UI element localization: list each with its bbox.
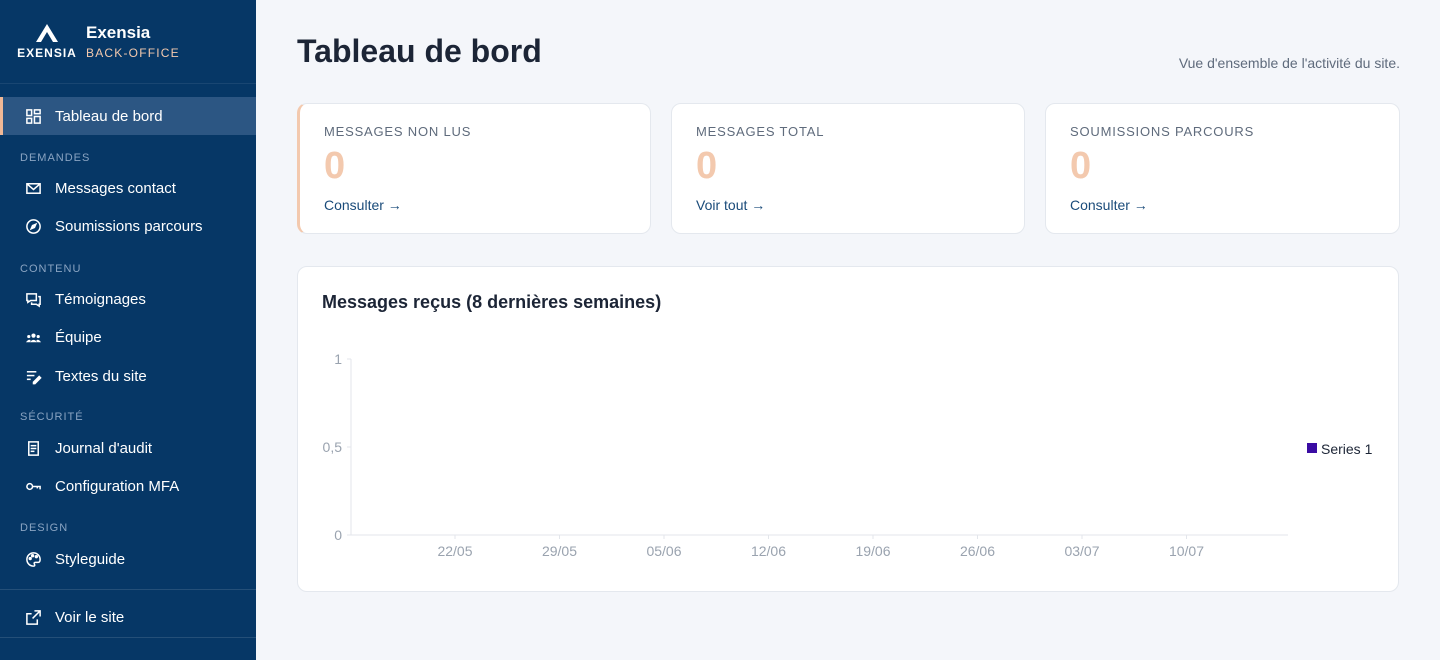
sidebar-item-label: Journal d'audit xyxy=(55,439,153,457)
exensia-logo-icon xyxy=(36,24,58,42)
legend-swatch xyxy=(1307,443,1317,453)
sidebar-item-voir-site[interactable]: Voir le site xyxy=(0,598,256,636)
y-tick-label: 0 xyxy=(334,527,342,543)
brand-subtitle: BACK-OFFICE xyxy=(86,45,180,60)
sidebar-item-temoignages[interactable]: Témoignages xyxy=(0,280,256,318)
sidebar-item-styleguide[interactable]: Styleguide xyxy=(0,540,256,578)
stat-card-submissions: SOUMISSIONS PARCOURS 0 Consulter → xyxy=(1045,103,1400,234)
sidebar-item-equipe[interactable]: Équipe xyxy=(0,318,256,356)
view-all-messages-link[interactable]: Voir tout → xyxy=(696,197,765,213)
edit-text-icon xyxy=(24,367,42,385)
sidebar-item-label: Configuration MFA xyxy=(55,477,180,495)
sidebar-item-label: Voir le site xyxy=(55,608,125,626)
brand-logo: EXENSIA xyxy=(17,23,77,60)
stat-card-unread: MESSAGES NON LUS 0 Consulter → xyxy=(297,103,651,234)
stat-card-total: MESSAGES TOTAL 0 Voir tout → xyxy=(671,103,1025,234)
key-icon xyxy=(24,477,42,495)
brand-name: Exensia xyxy=(86,22,151,42)
brand[interactable]: EXENSIA Exensia BACK-OFFICE xyxy=(0,0,256,84)
messages-chart: 0 0,5 1 22/05 29/05 05/06 12/06 19/06 26/06 03/07… xyxy=(323,351,1373,559)
chat-bubbles-icon xyxy=(24,290,42,308)
mail-icon xyxy=(24,179,42,197)
sidebar-item-label: Témoignages xyxy=(55,290,146,308)
x-tick-label: 10/07 xyxy=(1169,543,1204,559)
sidebar-item-label: Messages contact xyxy=(55,179,176,197)
legend-label: Series 1 xyxy=(1321,441,1373,457)
y-tick-label: 1 xyxy=(334,351,342,367)
stat-label: SOUMISSIONS PARCOURS xyxy=(1070,124,1255,139)
receipt-icon xyxy=(24,439,42,457)
brand-logo-text: EXENSIA xyxy=(17,46,77,60)
x-tick-label: 12/06 xyxy=(751,543,786,559)
page-title: Tableau de bord xyxy=(297,33,542,69)
page-subtitle: Vue d'ensemble de l'activité du site. xyxy=(1178,55,1400,71)
x-tick-label: 26/06 xyxy=(960,543,995,559)
stat-value: 0 xyxy=(324,145,346,187)
sidebar-item-mfa[interactable]: Configuration MFA xyxy=(0,467,256,505)
sidebar-item-label: Textes du site xyxy=(55,367,147,385)
section-demandes: DEMANDES xyxy=(20,152,91,164)
messages-chart-card: Messages reçus (8 dernières semaines) 00… xyxy=(297,266,1399,592)
sidebar: EXENSIA Exensia BACK-OFFICE Tableau de b… xyxy=(0,0,256,660)
dashboard-icon xyxy=(24,107,42,125)
consult-submissions-link[interactable]: Consulter → xyxy=(1070,197,1148,213)
x-tick-label: 22/05 xyxy=(437,543,472,559)
compass-icon xyxy=(24,217,42,235)
palette-icon xyxy=(24,550,42,568)
consult-unread-link[interactable]: Consulter → xyxy=(324,197,402,213)
sidebar-item-label: Soumissions parcours xyxy=(55,217,203,235)
sidebar-item-journal-audit[interactable]: Journal d'audit xyxy=(0,429,256,467)
section-contenu: CONTENU xyxy=(20,263,82,275)
y-tick-label: 0,5 xyxy=(323,439,343,455)
sidebar-item-textes[interactable]: Textes du site xyxy=(0,357,256,395)
sidebar-item-label: Styleguide xyxy=(55,550,126,568)
sidebar-divider xyxy=(0,589,256,590)
stat-label: MESSAGES TOTAL xyxy=(696,124,825,139)
section-design: DESIGN xyxy=(20,522,69,534)
x-tick-label: 19/06 xyxy=(855,543,890,559)
x-tick-label: 29/05 xyxy=(542,543,577,559)
external-link-icon xyxy=(24,608,42,626)
sidebar-item-label: Équipe xyxy=(55,328,102,346)
section-securite: SÉCURITÉ xyxy=(20,411,84,423)
stat-value: 0 xyxy=(1070,145,1092,187)
sidebar-item-label: Tableau de bord xyxy=(55,107,163,125)
sidebar-item-soumissions[interactable]: Soumissions parcours xyxy=(0,207,256,245)
x-tick-label: 05/06 xyxy=(646,543,681,559)
stat-label: MESSAGES NON LUS xyxy=(324,124,472,139)
sidebar-item-dashboard[interactable]: Tableau de bord xyxy=(0,97,256,135)
sidebar-item-messages-contact[interactable]: Messages contact xyxy=(0,169,256,207)
stat-value: 0 xyxy=(696,145,718,187)
x-tick-label: 03/07 xyxy=(1064,543,1099,559)
group-icon xyxy=(24,328,42,346)
sidebar-divider xyxy=(0,637,256,638)
